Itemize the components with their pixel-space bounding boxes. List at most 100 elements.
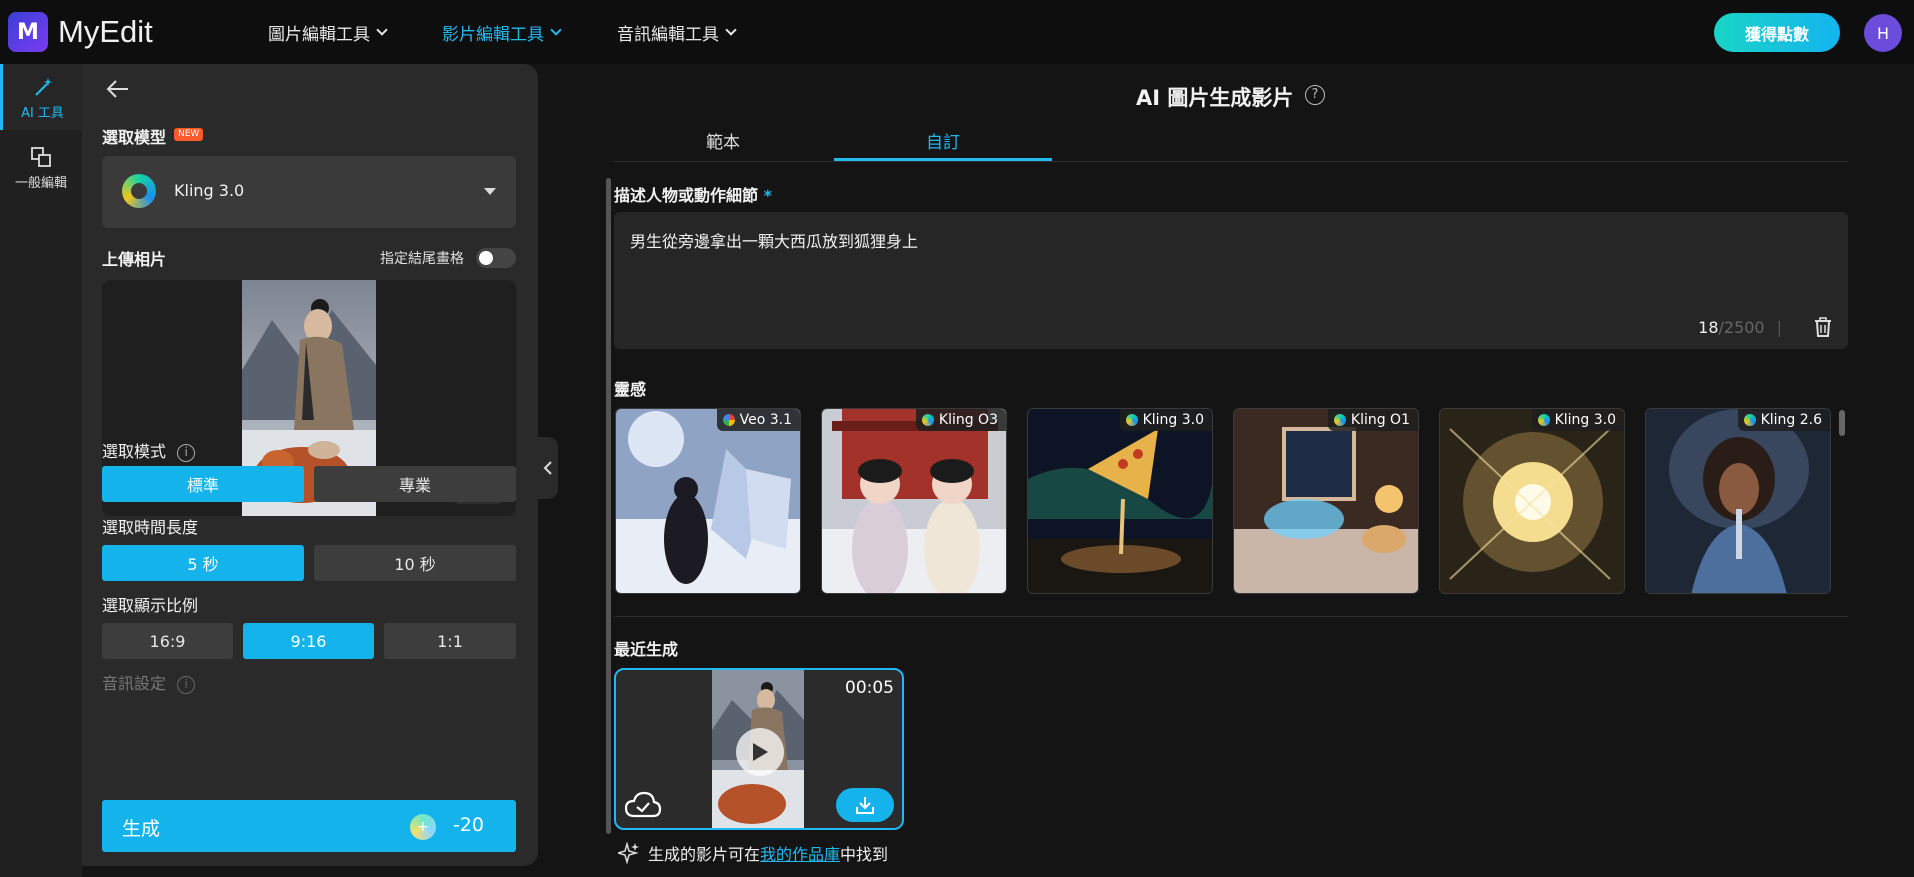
ratio-1-1-button[interactable]: 1:1 (384, 623, 516, 659)
inspiration-card[interactable]: Veo 3.1 (615, 408, 801, 594)
app-root: M MyEdit 圖片編輯工具 影片編輯工具 音訊編輯工具 獲得點數 H AI … (0, 0, 1914, 877)
video-duration: 00:05 (845, 678, 894, 698)
inspiration-thumbnail (1028, 409, 1212, 593)
info-icon[interactable]: i (177, 675, 196, 694)
inspiration-card[interactable]: Kling O3 (821, 408, 1007, 594)
duration-5s-button[interactable]: 5 秒 (102, 545, 304, 581)
generate-cost: -20 (452, 814, 484, 836)
nav-label: 圖片編輯工具 (268, 25, 370, 45)
model-badge: Kling 3.0 (1531, 409, 1624, 431)
model-badge: Kling O1 (1327, 409, 1418, 431)
tab-custom[interactable]: 自訂 (834, 128, 1052, 153)
ratio-9-16-button[interactable]: 9:16 (243, 623, 374, 659)
counter-separator: | (1776, 318, 1782, 337)
nav-label: 影片編輯工具 (442, 25, 544, 45)
char-count: 18 (1698, 318, 1719, 337)
nav-video-tools[interactable]: 影片編輯工具 (442, 20, 562, 45)
google-icon (722, 414, 735, 426)
inspiration-thumbnail (1646, 409, 1830, 593)
download-button[interactable] (836, 788, 894, 822)
trash-icon[interactable] (1814, 317, 1832, 337)
upload-label: 上傳相片 (102, 250, 167, 269)
inspiration-label: 靈感 (614, 380, 647, 399)
prompt-text: 男生從旁邊拿出一顆大西瓜放到狐狸身上 (630, 232, 919, 251)
model-name: Kling 3.0 (174, 181, 245, 200)
active-tab-indicator (834, 158, 1052, 161)
inspiration-card[interactable]: Kling 2.6 (1645, 408, 1831, 594)
model-badge-label: Kling O1 (1350, 412, 1410, 428)
model-select[interactable]: Kling 3.0 (102, 156, 516, 228)
section-divider (614, 616, 1848, 617)
nav-audio-tools[interactable]: 音訊編輯工具 (617, 20, 737, 45)
inspiration-card[interactable]: Kling 3.0 (1439, 408, 1625, 594)
model-badge: Kling O3 (915, 409, 1006, 431)
nav-image-tools[interactable]: 圖片編輯工具 (268, 20, 388, 45)
rail-item-ai-tools[interactable]: AI 工具 (0, 64, 82, 130)
audio-settings-label: 音訊設定 (102, 674, 167, 693)
required-mark: * (763, 186, 772, 205)
inspiration-scrollbar[interactable] (1839, 410, 1845, 436)
credit-coin-icon (410, 814, 436, 840)
back-arrow-icon[interactable] (104, 78, 132, 100)
mode-label-wrap: 選取模式 i (102, 438, 196, 462)
rail-label: AI 工具 (21, 106, 64, 121)
recent-label: 最近生成 (614, 640, 679, 659)
sparkle-icon (618, 842, 639, 864)
generate-button[interactable]: 生成 -20 (102, 800, 516, 852)
ratio-16-9-button[interactable]: 16:9 (102, 623, 233, 659)
library-footnote: 生成的影片可在我的作品庫中找到 (618, 841, 888, 865)
model-badge: Kling 2.6 (1737, 409, 1830, 431)
myedit-logo[interactable]: M (8, 12, 48, 52)
model-badge-label: Kling 3.0 (1142, 412, 1204, 428)
footnote-prefix: 生成的影片可在 (648, 845, 761, 864)
top-bar: M MyEdit 圖片編輯工具 影片編輯工具 音訊編輯工具 獲得點數 H (0, 0, 1914, 64)
mode-standard-button[interactable]: 標準 (102, 466, 304, 502)
help-icon[interactable]: ? (1305, 85, 1325, 105)
model-badge: Veo 3.1 (716, 409, 800, 431)
ratio-label: 選取顯示比例 (102, 596, 199, 615)
collapse-panel-button[interactable] (538, 437, 558, 499)
model-badge-label: Kling O3 (938, 412, 998, 428)
inspiration-thumbnail (1234, 409, 1418, 593)
model-badge: Kling 3.0 (1119, 409, 1212, 431)
inspiration-thumbnail (616, 409, 800, 593)
kling-icon (1743, 414, 1756, 426)
duration-label: 選取時間長度 (102, 518, 199, 537)
end-frame-toggle[interactable] (476, 248, 516, 268)
play-icon (753, 743, 768, 761)
inspiration-card[interactable]: Kling 3.0 (1027, 408, 1213, 594)
duration-10s-button[interactable]: 10 秒 (314, 545, 516, 581)
play-button[interactable] (736, 728, 784, 776)
layers-icon (31, 147, 51, 167)
chevron-down-icon (550, 24, 562, 36)
download-icon (856, 797, 874, 814)
my-library-link[interactable]: 我的作品庫 (760, 845, 840, 864)
magic-wand-icon (34, 78, 52, 96)
kling-icon (921, 414, 934, 426)
tab-divider (614, 161, 1848, 162)
panel-scrollbar[interactable] (606, 178, 611, 834)
inspiration-card[interactable]: Kling O1 (1233, 408, 1419, 594)
prompt-label: 描述人物或動作細節 (614, 186, 759, 205)
tool-rail: AI 工具 一般編輯 (0, 64, 82, 877)
char-max: /2500 (1718, 318, 1765, 337)
info-icon[interactable]: i (177, 443, 196, 462)
avatar[interactable]: H (1864, 14, 1902, 52)
logo-letter: M (17, 19, 39, 45)
kling-logo-icon (122, 174, 156, 208)
mode-pro-button[interactable]: 專業 (314, 466, 516, 502)
get-points-button[interactable]: 獲得點數 (1714, 13, 1840, 52)
rail-item-general-edit[interactable]: 一般編輯 (0, 134, 82, 200)
tab-templates[interactable]: 範本 (614, 128, 832, 153)
cloud-check-icon[interactable] (624, 790, 662, 820)
mode-label: 選取模式 (102, 442, 167, 461)
char-counter: 18/2500 | (1698, 318, 1794, 337)
nav-label: 音訊編輯工具 (617, 25, 719, 45)
caret-down-icon (484, 188, 496, 195)
recent-video-card[interactable]: 00:05 (614, 668, 904, 830)
prompt-label-row: 描述人物或動作細節 * (614, 182, 772, 206)
kling-icon (1333, 414, 1346, 426)
brand-name[interactable]: MyEdit (58, 14, 153, 50)
model-badge-label: Kling 2.6 (1760, 412, 1822, 428)
prompt-textarea[interactable]: 男生從旁邊拿出一顆大西瓜放到狐狸身上 18/2500 | (614, 212, 1848, 349)
